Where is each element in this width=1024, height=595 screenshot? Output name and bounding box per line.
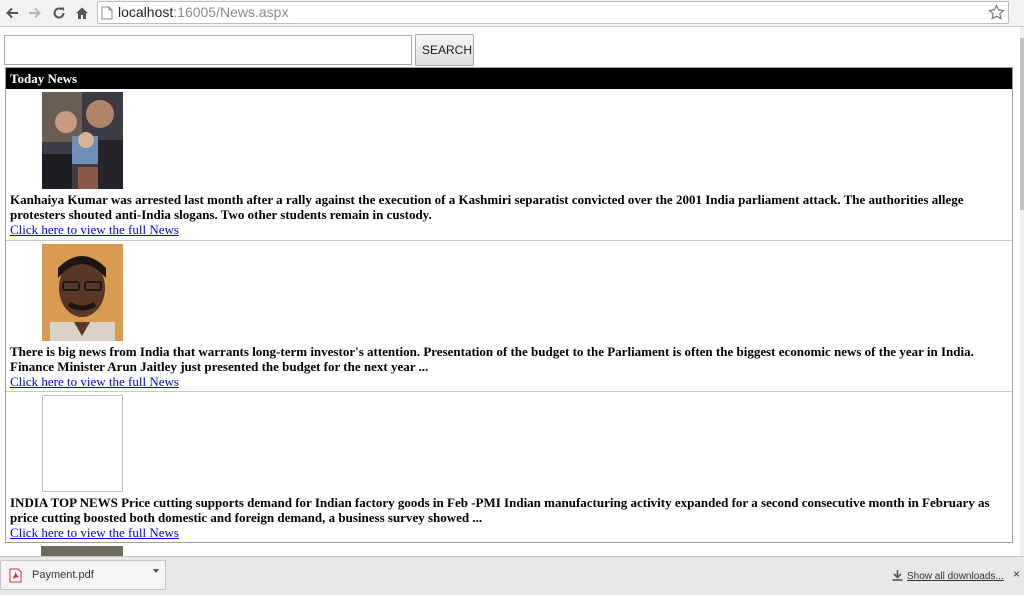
view-full-news-link[interactable]: Click here to view the full News (10, 374, 179, 390)
news-item: Kanhaiya Kumar was arrested last month a… (6, 89, 1012, 240)
news-photo-protest (42, 92, 123, 189)
news-summary: There is big news from India that warran… (10, 344, 974, 374)
page-icon (101, 6, 113, 20)
reload-button[interactable] (49, 3, 69, 23)
download-arrow-icon (892, 570, 903, 581)
browser-toolbar: localhost:16005/News.aspx (0, 0, 1024, 27)
download-item[interactable]: Payment.pdf (0, 560, 166, 590)
reload-icon (53, 7, 65, 19)
url-host: localhost (118, 4, 174, 20)
search-button[interactable]: SEARCH (415, 34, 474, 66)
back-arrow-icon (6, 7, 18, 19)
news-summary: INDIA TOP NEWS Price cutting supports de… (10, 495, 990, 525)
page-content: SEARCH Today News Kanhaiya Kumar was arr… (0, 27, 1020, 556)
show-all-downloads-link[interactable]: Show all downloads... (892, 570, 1004, 582)
news-photo-partial (41, 546, 123, 556)
news-photo-portrait (42, 244, 123, 341)
back-button[interactable] (2, 3, 22, 23)
scrollbar-thumb[interactable] (1020, 38, 1024, 210)
url-text: localhost:16005/News.aspx (118, 4, 288, 20)
forward-button[interactable] (25, 3, 45, 23)
home-icon (76, 7, 88, 19)
news-item: INDIA TOP NEWS Price cutting supports de… (6, 391, 1012, 542)
search-input[interactable] (4, 35, 412, 65)
address-bar[interactable]: localhost:16005/News.aspx (97, 1, 1009, 24)
news-item: There is big news from India that warran… (6, 240, 1012, 391)
show-all-downloads-label: Show all downloads... (907, 571, 1004, 582)
news-photo-placeholder (42, 395, 123, 492)
home-button[interactable] (72, 3, 92, 23)
url-path: :16005/News.aspx (173, 4, 289, 20)
news-summary: Kanhaiya Kumar was arrested last month a… (10, 192, 964, 222)
view-full-news-link[interactable]: Click here to view the full News (10, 222, 179, 238)
news-table: Today News Kanhaiya Kumar was arrested l… (5, 67, 1013, 543)
download-menu-icon[interactable] (153, 569, 159, 573)
view-full-news-link[interactable]: Click here to view the full News (10, 525, 179, 541)
download-file-name: Payment.pdf (32, 569, 94, 581)
close-downloads-button[interactable]: × (1013, 567, 1020, 581)
forward-arrow-icon (29, 7, 41, 19)
bookmark-star-icon[interactable] (988, 4, 1005, 21)
downloads-bar: Payment.pdf Show all downloads... × (0, 556, 1024, 595)
pdf-file-icon (9, 568, 22, 583)
news-header: Today News (6, 68, 1012, 89)
